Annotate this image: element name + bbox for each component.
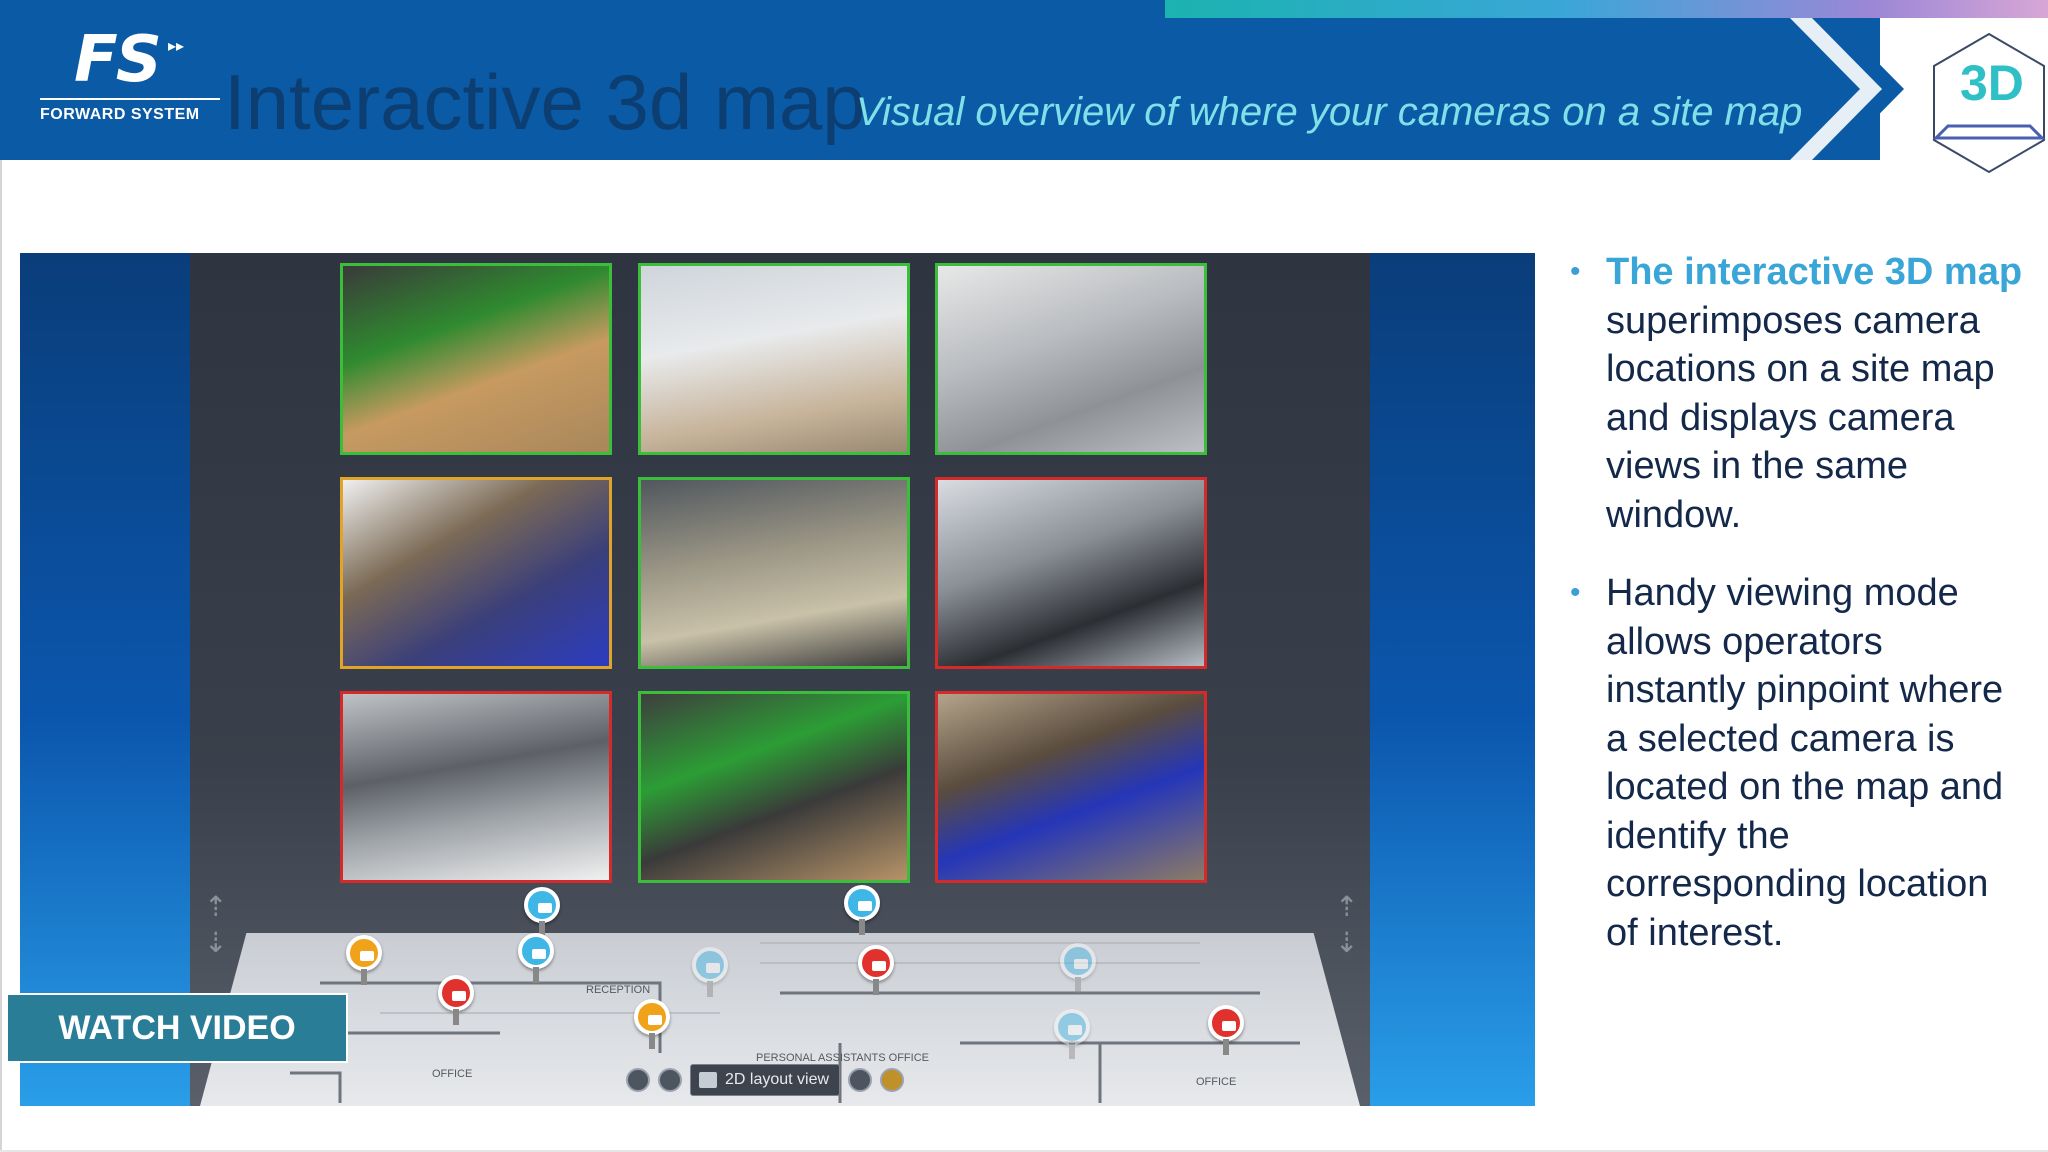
camera-pin-icon[interactable] [1054,1009,1090,1059]
camera-pin-icon[interactable] [1208,1005,1244,1055]
logo-mark: FS [74,23,162,97]
camera-pin-icon[interactable] [438,975,474,1025]
floor-label: OFFICE [432,1068,472,1080]
slide-edge [0,160,2,1152]
header-bar: FS ▸▸ FORWARD SYSTEM Interactive 3d map … [0,0,2048,160]
compass-icon[interactable] [658,1068,682,1092]
floor-label: OFFICE [1196,1076,1236,1088]
camera-tile[interactable] [340,691,612,883]
badge-3d-label: 3D [1960,55,2024,111]
bullet-text: superimposes camera locations on a site … [1606,299,1995,536]
camera-pin-icon[interactable] [844,885,880,935]
logo-divider [40,98,220,100]
layout-view-label: 2D layout view [725,1071,830,1088]
logo-text: FORWARD SYSTEM [40,106,200,123]
bullet-dot-icon: • [1570,576,1581,609]
camera-tile[interactable] [638,691,910,883]
settings-icon[interactable] [880,1068,905,1092]
camera-pin-icon[interactable] [692,947,728,997]
viewer-toolbar: 2D layout view [626,1063,905,1097]
camera-pin-icon[interactable] [1060,943,1096,993]
bullet-dot-icon: • [1570,255,1581,288]
layout-view-button[interactable]: 2D layout view [690,1064,841,1096]
scroll-down-icon[interactable]: ⇣ [204,929,227,957]
bullet-list: • The interactive 3D map superimposes ca… [1560,248,2030,987]
decorative-stripe [1165,0,2048,18]
camera-tile[interactable] [340,477,612,669]
page-title: Interactive 3d map [224,58,866,146]
zoom-icon[interactable] [626,1068,650,1092]
camera-tile[interactable] [638,477,910,669]
page-subtitle: Visual overview of where your cameras on… [856,90,1803,134]
camera-pin-icon[interactable] [524,887,560,937]
camera-tile[interactable] [935,477,1207,669]
floor-label: RECEPTION [586,984,650,996]
layout-icon [699,1072,717,1088]
camera-tile[interactable] [935,691,1207,883]
bullet-text: Handy viewing mode allows operators inst… [1606,572,2004,954]
scroll-up-icon[interactable]: ⇡ [204,893,227,921]
camera-tile[interactable] [638,263,910,455]
camera-pin-icon[interactable] [634,999,670,1049]
camera-pin-icon[interactable] [858,945,894,995]
camera-pin-icon[interactable] [518,933,554,983]
viewer-screen: ⇡ ⇣ ⇡ ⇣ RECEPTION OFFICE PERSONAL ASSIST… [190,253,1370,1106]
lock-icon[interactable] [848,1068,873,1092]
video-preview[interactable]: ⇡ ⇣ ⇡ ⇣ RECEPTION OFFICE PERSONAL ASSIST… [20,253,1535,1106]
camera-tile[interactable] [935,263,1207,455]
chevron-decoration [1790,18,1904,160]
bullet-item: • Handy viewing mode allows operators in… [1560,569,2030,957]
scroll-down-icon[interactable]: ⇣ [1335,929,1358,957]
scroll-up-icon[interactable]: ⇡ [1335,893,1358,921]
camera-tile[interactable] [340,263,612,455]
bullet-highlight: The interactive 3D map [1606,251,2023,293]
logo-arrows-icon: ▸▸ [168,38,185,55]
logo: FS ▸▸ FORWARD SYSTEM [36,28,226,128]
camera-pin-icon[interactable] [346,935,382,985]
bullet-item: • The interactive 3D map superimposes ca… [1560,248,2030,539]
watch-video-button[interactable]: WATCH VIDEO [6,993,348,1063]
